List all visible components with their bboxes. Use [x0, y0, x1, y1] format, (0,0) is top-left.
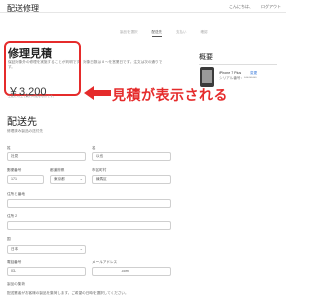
iphone-icon — [200, 67, 214, 87]
address1-label: 住所と番地 — [7, 192, 25, 196]
step-product[interactable]: 製品を選択 — [120, 30, 138, 35]
country-label: 国 — [7, 237, 11, 241]
prefecture-label: 都道府県 — [50, 168, 65, 172]
last-name-label: 姓 — [7, 146, 11, 150]
phone-field[interactable]: 03- — [7, 267, 86, 276]
header-links: こんにちは、 ログアウト — [229, 4, 281, 10]
step-delivery[interactable]: 配送先 — [151, 30, 162, 37]
country-select[interactable]: 日本 — [7, 245, 86, 254]
postal-label: 郵便番号 — [7, 168, 22, 172]
delivery-title: 配送先 — [7, 117, 37, 128]
first-name-field[interactable]: 以也 — [92, 152, 171, 161]
estimate-title: 修理見積 — [8, 48, 52, 60]
step-confirm[interactable]: 確認 — [201, 30, 208, 35]
estimate-callout: 見積が表示される — [112, 87, 228, 103]
email-label: メールアドレス — [92, 260, 118, 264]
address2-field[interactable] — [7, 221, 171, 230]
product-serial: シリアル番号：********* — [219, 76, 257, 80]
first-name-label: 名 — [92, 146, 96, 150]
logout-link[interactable]: ログアウト — [261, 4, 281, 10]
estimate-description: 保証対象外の修理を実施することが判明です。対象日数は 8 ～を営業日です。注文は… — [8, 60, 163, 69]
phone-label: 電話番号 — [7, 260, 22, 264]
last-name-field[interactable]: 社見 — [7, 152, 86, 161]
email-field[interactable]: .com — [92, 267, 171, 276]
estimate-note: 上記に以上で発行可能なものです。 — [8, 94, 56, 98]
address2-label: 住所 2 — [7, 214, 18, 218]
greeting-link[interactable]: こんにちは、 — [229, 4, 253, 10]
step-payment[interactable]: 支払い — [176, 30, 187, 35]
pickup-heading: 製品の集荷 — [7, 282, 25, 286]
address1-field[interactable] — [7, 199, 171, 208]
left-arrow-icon — [84, 86, 111, 100]
header-divider — [0, 12, 286, 13]
progress-steps: 製品を選択 配送先 支払い 確認 — [120, 30, 208, 37]
summary-title: 概要 — [199, 54, 213, 61]
summary-divider — [199, 64, 277, 65]
city-label: 市区町村 — [92, 168, 107, 172]
postal-field[interactable]: 171 — [7, 175, 44, 184]
city-field[interactable]: 練馬区 — [92, 175, 171, 184]
delivery-subtitle: 修理済み製品の送付先 — [7, 129, 43, 133]
pickup-body: 配送業者がお客様の製品を集荷します。ご希望の日時を選択してください。 — [7, 291, 129, 295]
prefecture-select[interactable]: 東京都 — [50, 175, 86, 184]
product-name: iPhone 7 Plus — [219, 71, 242, 75]
